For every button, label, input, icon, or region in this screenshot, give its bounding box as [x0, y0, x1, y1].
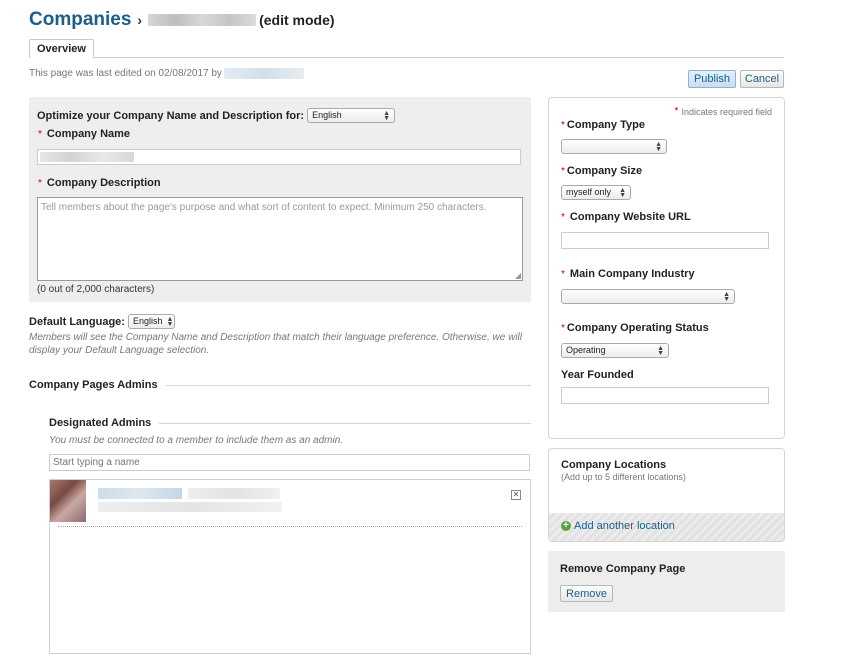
last-edited-text: This page was last edited on 02/08/2017 …: [29, 68, 222, 79]
locations-footer: + Add another location: [549, 513, 784, 541]
company-details-panel: * Indicates required field * Company Typ…: [548, 97, 785, 439]
default-language-select[interactable]: English ▲ ▼: [127, 314, 175, 329]
optimize-label: Optimize your Company Name and Descripti…: [37, 109, 305, 122]
remove-button[interactable]: Remove: [560, 585, 613, 602]
char-count: (0 out of 2,000 characters): [37, 284, 155, 295]
company-locations-title: Company Locations: [561, 459, 667, 471]
designated-admins-hint: You must be connected to a member to inc…: [49, 435, 344, 446]
company-description-textarea[interactable]: Tell members about the page's purpose an…: [37, 197, 523, 281]
avatar: [50, 480, 86, 522]
admin-search-input[interactable]: [49, 454, 530, 471]
required-asterisk-icon: *: [561, 165, 565, 177]
industry-label-row: * Main Company Industry: [561, 268, 695, 280]
company-pages-admins-title: Company Pages Admins: [29, 379, 158, 391]
section-rule: [165, 384, 531, 386]
year-founded-label: Year Founded: [561, 369, 634, 381]
resize-handle-icon[interactable]: ◢: [515, 272, 521, 280]
select-arrows-icon: ▲ ▼: [723, 290, 730, 303]
company-name-redacted: [148, 14, 257, 26]
status-label-row: * Company Operating Status: [561, 322, 709, 334]
add-location-text[interactable]: Add another location: [574, 520, 675, 532]
add-plus-icon: +: [561, 521, 571, 531]
status-value: Operating: [566, 345, 606, 355]
required-asterisk-icon: *: [561, 211, 565, 223]
select-arrows-icon: ▲ ▼: [619, 186, 626, 199]
required-note: * Indicates required field: [675, 106, 772, 117]
website-input[interactable]: [561, 232, 769, 249]
company-description-label-row: * Company Description: [38, 177, 161, 189]
company-description-label: Company Description: [46, 177, 161, 189]
select-arrows-icon: ▲ ▼: [383, 109, 391, 122]
admin-title-redacted: [188, 488, 280, 499]
tab-overview[interactable]: Overview: [29, 39, 94, 58]
breadcrumb-separator: ›: [137, 12, 143, 28]
default-language-label: Default Language:: [29, 315, 125, 328]
industry-select[interactable]: ▲ ▼: [561, 289, 735, 304]
description-placeholder: Tell members about the page's purpose an…: [41, 202, 487, 213]
tab-divider: [29, 57, 784, 58]
company-locations-panel: Company Locations (Add up to 5 different…: [548, 448, 785, 542]
optimize-row: Optimize your Company Name and Descripti…: [37, 108, 396, 123]
last-edited-info: This page was last edited on 02/08/2017 …: [29, 68, 304, 79]
designated-admins-heading: Designated Admins: [49, 417, 531, 429]
default-language-hint: Members will see the Company Name and De…: [29, 332, 523, 356]
required-asterisk-icon: *: [561, 322, 565, 334]
industry-label: Main Company Industry: [569, 268, 695, 280]
optimize-language-value: English: [312, 110, 342, 120]
name-description-panel: Optimize your Company Name and Descripti…: [29, 97, 531, 302]
remove-company-title: Remove Company Page: [560, 563, 686, 575]
company-type-label: Company Type: [566, 119, 645, 131]
select-arrows-icon: ▲ ▼: [657, 344, 664, 357]
admin-row-divider: [58, 526, 522, 527]
edit-mode-label: (edit mode): [259, 12, 335, 28]
page-header: Companies › (edit mode): [29, 8, 335, 32]
required-asterisk-icon: *: [674, 106, 679, 117]
required-asterisk-icon: *: [561, 268, 565, 280]
admin-name-redacted: [98, 488, 182, 499]
optimize-language-select[interactable]: English ▲ ▼: [307, 108, 396, 123]
website-label-row: * Company Website URL: [561, 211, 691, 223]
company-locations-hint: (Add up to 5 different locations): [561, 472, 686, 482]
company-pages-admins-heading: Company Pages Admins: [29, 379, 531, 391]
status-select[interactable]: Operating ▲ ▼: [561, 343, 669, 358]
section-rule: [159, 422, 531, 424]
admin-detail-redacted: [98, 502, 282, 512]
breadcrumb-companies[interactable]: Companies: [29, 9, 131, 31]
company-size-select[interactable]: myself only ▲ ▼: [561, 185, 631, 200]
remove-company-panel: Remove Company Page Remove: [548, 551, 785, 612]
company-size-label-row: * Company Size: [561, 165, 642, 177]
cancel-button[interactable]: Cancel: [740, 70, 784, 88]
select-arrows-icon: ▲ ▼: [166, 315, 174, 328]
admin-list: ✕: [49, 479, 531, 654]
company-size-label: Company Size: [566, 165, 643, 177]
website-label: Company Website URL: [569, 211, 691, 223]
publish-button[interactable]: Publish: [688, 70, 736, 88]
default-language-value: English: [132, 316, 163, 326]
required-asterisk-icon: *: [38, 177, 42, 189]
remove-admin-close-icon[interactable]: ✕: [511, 490, 521, 500]
company-name-label-row: * Company Name: [38, 128, 130, 140]
company-type-label-row: * Company Type: [561, 119, 645, 131]
editor-name-redacted: [223, 68, 304, 79]
required-asterisk-icon: *: [561, 119, 565, 131]
year-founded-input[interactable]: [561, 387, 769, 404]
company-name-input[interactable]: [37, 149, 521, 165]
company-name-value-redacted: [40, 152, 134, 162]
default-language-row: Default Language: English ▲ ▼: [29, 314, 175, 329]
required-asterisk-icon: *: [38, 128, 42, 140]
company-size-value: myself only: [566, 187, 612, 197]
designated-admins-title: Designated Admins: [49, 417, 152, 429]
select-arrows-icon: ▲ ▼: [655, 140, 662, 153]
add-location-link[interactable]: + Add another location: [561, 520, 675, 532]
company-type-select[interactable]: ▲ ▼: [561, 139, 667, 154]
status-label: Company Operating Status: [566, 322, 709, 334]
company-name-label: Company Name: [46, 128, 131, 140]
required-note-text: Indicates required field: [681, 106, 772, 117]
